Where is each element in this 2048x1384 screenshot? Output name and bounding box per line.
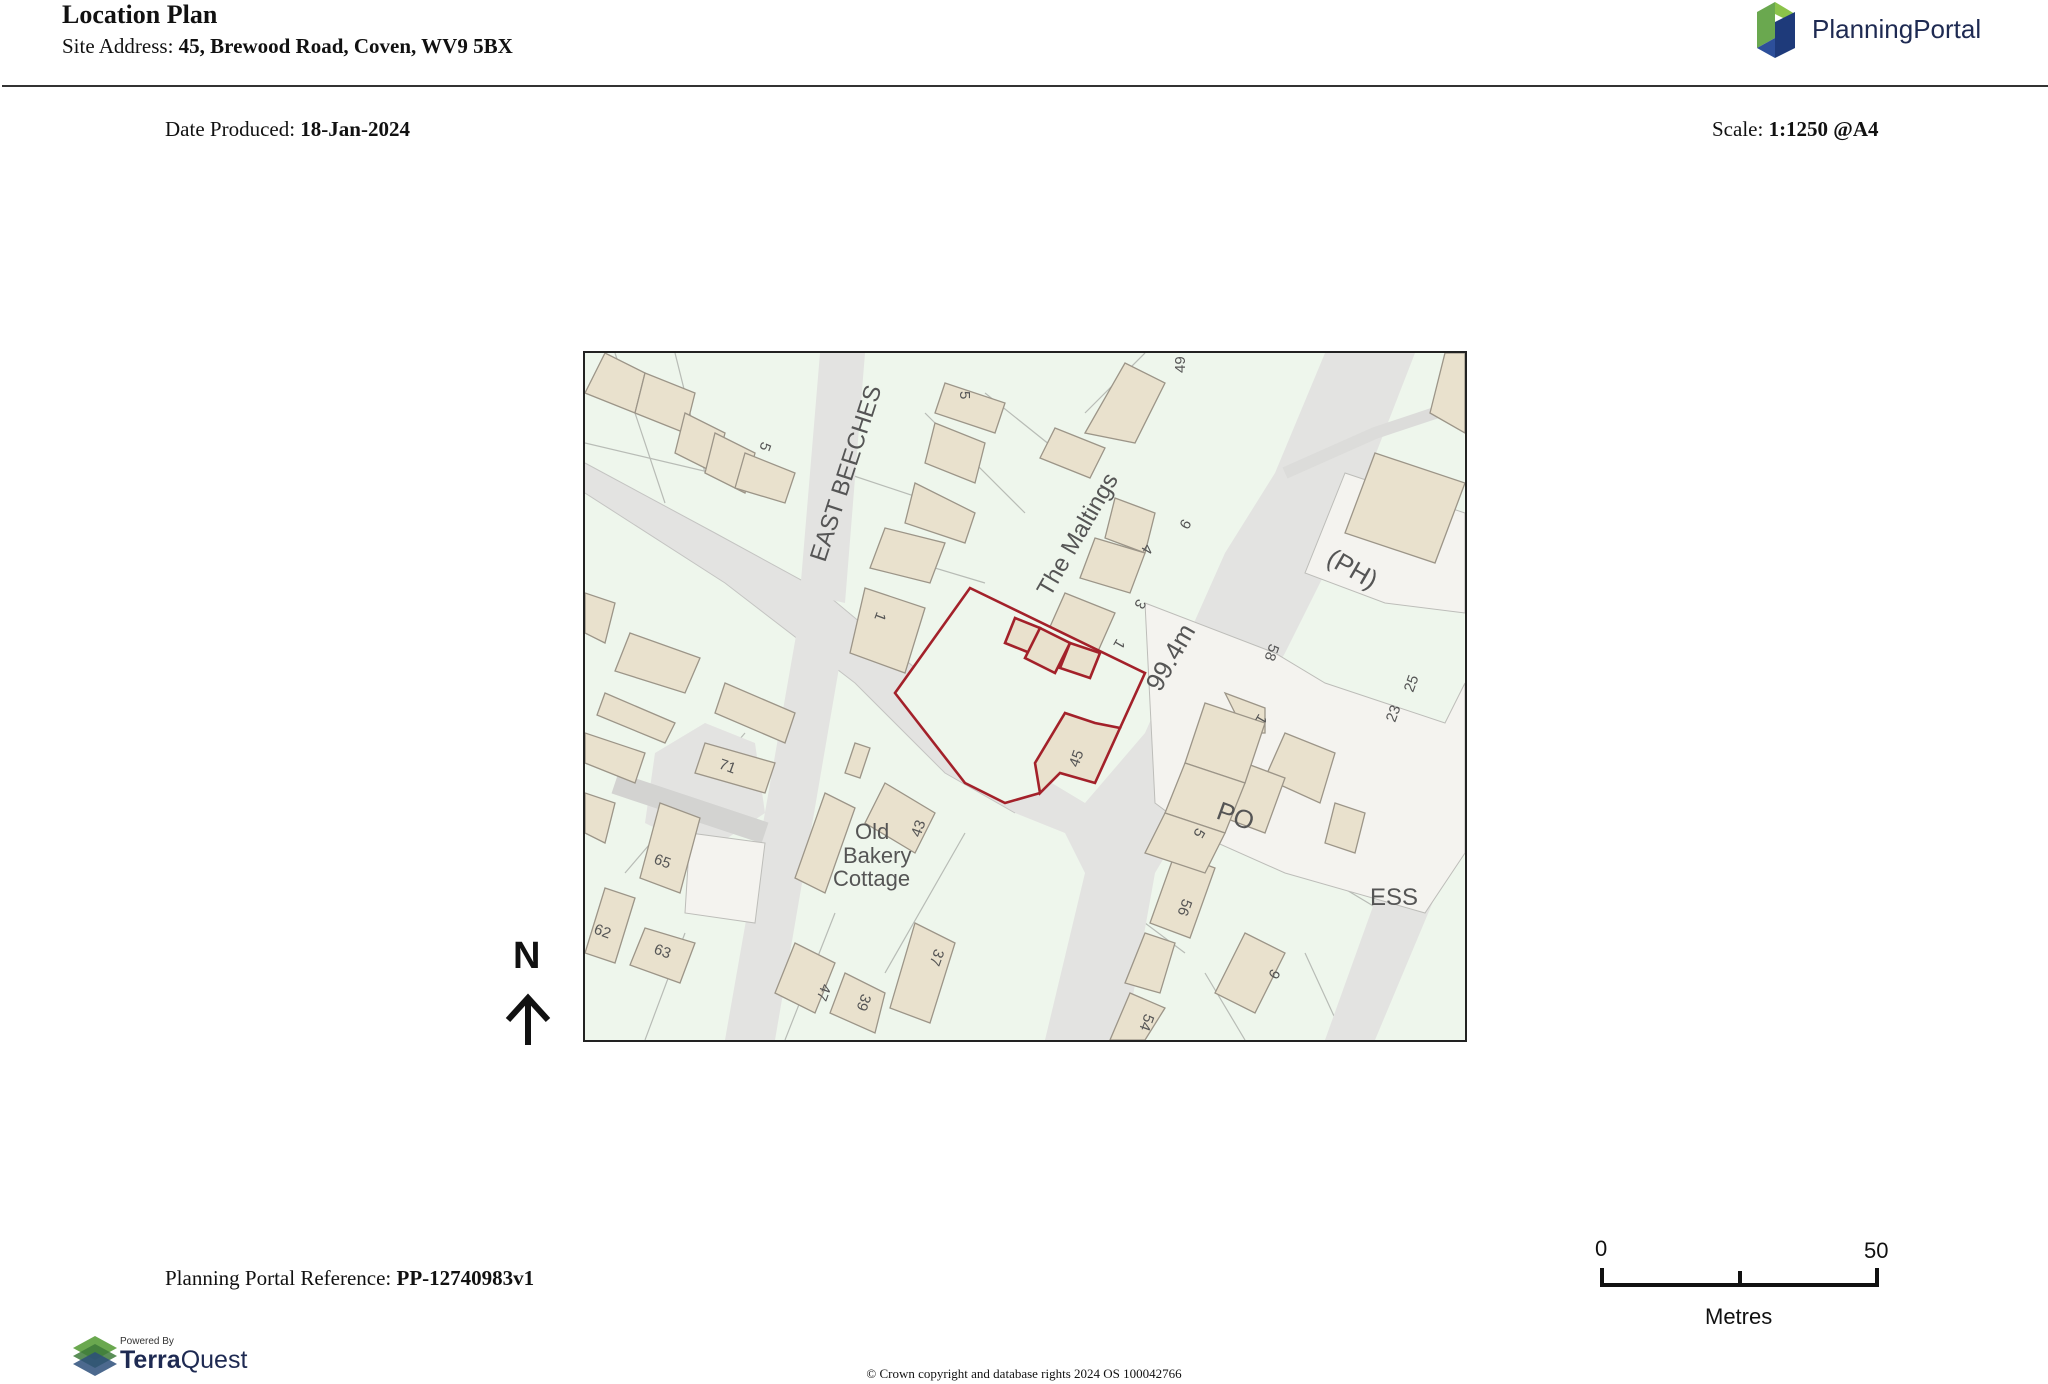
header-divider: [2, 85, 2048, 87]
reference-label: Planning Portal Reference:: [165, 1266, 392, 1290]
date-value: 18-Jan-2024: [300, 117, 410, 141]
old-bakery-old: Old: [855, 819, 889, 844]
house-number-5: 5: [956, 391, 973, 399]
location-map[interactable]: EAST BEECHES The Maltings 99.4m (PH) PO …: [583, 351, 1467, 1042]
map-scale: Scale: 1:1250 @A4: [1712, 117, 1879, 142]
copyright-notice: © Crown copyright and database rights 20…: [866, 1366, 1182, 1381]
site-address-value: 45, Brewood Road, Coven, WV9 5BX: [178, 34, 513, 58]
planning-portal-reference: Planning Portal Reference: PP-12740983v1: [165, 1266, 534, 1291]
house-number-49: 49: [1172, 356, 1189, 373]
site-address-label: Site Address:: [62, 34, 174, 58]
scale-value: 1:1250 @A4: [1768, 117, 1879, 141]
date-produced: Date Produced: 18-Jan-2024: [165, 117, 410, 142]
reference-value: PP-12740983v1: [396, 1266, 535, 1290]
planning-portal-wordmark: PlanningPortal: [1812, 14, 1982, 44]
page-title: Location Plan: [62, 0, 218, 29]
scale-label: Scale:: [1712, 117, 1764, 141]
map-canvas: EAST BEECHES The Maltings 99.4m (PH) PO …: [585, 353, 1465, 1040]
north-arrow-icon: [505, 993, 551, 1045]
old-bakery-cottage: Cottage: [833, 866, 910, 891]
old-bakery-bakery: Bakery: [843, 843, 911, 868]
ess-label: ESS: [1370, 884, 1418, 911]
scale-bar-units: Metres: [1705, 1304, 1773, 1329]
site-address: Site Address: 45, Brewood Road, Coven, W…: [62, 34, 513, 59]
date-label: Date Produced:: [165, 117, 296, 141]
